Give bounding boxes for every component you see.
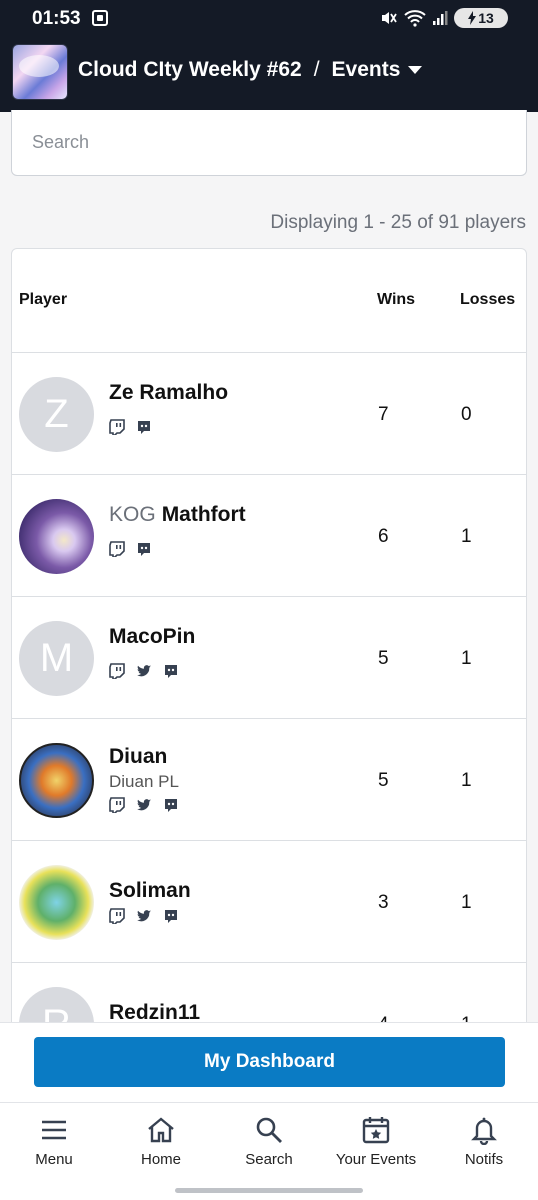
bottom-nav: Menu Home Search Your Events Notifs [0, 1102, 538, 1200]
status-time: 01:53 [32, 8, 81, 29]
player-name[interactable]: MacoPin [109, 625, 195, 649]
nav-your-events-label: Your Events [335, 1151, 417, 1168]
standings-table: Player Wins Losses Z Ze Ramalho 7 0 KOG M… [11, 248, 527, 1048]
discord-icon[interactable] [163, 663, 179, 679]
nav-home-label: Home [140, 1151, 181, 1168]
discord-icon[interactable] [163, 797, 179, 813]
social-links [109, 419, 152, 435]
twitter-icon[interactable] [136, 797, 152, 813]
breadcrumb[interactable]: Cloud CIty Weekly #62 / Events [78, 58, 423, 82]
battery-level: 13 [478, 10, 494, 26]
player-subtitle: Diuan PL [109, 772, 179, 791]
wins-value: 7 [378, 404, 389, 425]
discord-icon[interactable] [136, 541, 152, 557]
player-name[interactable]: Diuan [109, 745, 167, 769]
discord-icon[interactable] [163, 908, 179, 924]
avatar: M [19, 621, 94, 696]
losses-value: 1 [461, 770, 472, 791]
twitter-icon[interactable] [136, 908, 152, 924]
home-icon [148, 1117, 174, 1143]
wins-value: 3 [378, 892, 389, 913]
losses-value: 0 [461, 404, 472, 425]
event-title[interactable]: Cloud CIty Weekly #62 [78, 58, 302, 82]
losses-value: 1 [461, 526, 472, 547]
bell-icon [471, 1117, 497, 1145]
signal-icon [433, 11, 448, 25]
twitch-icon[interactable] [109, 541, 125, 557]
player-name[interactable]: Ze Ramalho [109, 381, 228, 405]
nav-search[interactable]: Search [215, 1115, 323, 1169]
nav-search-label: Search [245, 1151, 293, 1168]
screen-record-icon [92, 10, 108, 26]
nav-home[interactable]: Home [107, 1115, 215, 1169]
discord-icon[interactable] [136, 419, 152, 435]
nav-menu[interactable]: Menu [0, 1115, 108, 1169]
social-links [109, 908, 179, 924]
nav-your-events[interactable]: Your Events [322, 1115, 430, 1169]
header-losses[interactable]: Losses [460, 291, 515, 309]
losses-value: 1 [461, 648, 472, 669]
player-name-text: Mathfort [161, 503, 246, 526]
social-links [109, 541, 152, 557]
nav-menu-label: Menu [35, 1151, 73, 1168]
twitch-icon[interactable] [109, 797, 125, 813]
player-tag: KOG [109, 503, 156, 526]
table-row[interactable]: KOG Mathfort 6 1 [12, 475, 526, 597]
table-row[interactable]: M MacoPin 5 1 [12, 597, 526, 719]
status-bar: 01:53 13 [0, 0, 538, 36]
event-thumbnail[interactable] [12, 44, 68, 100]
status-icons: 13 [380, 8, 508, 28]
search-box[interactable] [11, 110, 527, 176]
avatar: Z [19, 377, 94, 452]
breadcrumb-separator: / [313, 58, 320, 81]
twitter-icon[interactable] [136, 663, 152, 679]
header-player[interactable]: Player [19, 291, 67, 309]
avatar [19, 865, 94, 940]
twitch-icon[interactable] [109, 908, 125, 924]
app-header: Cloud CIty Weekly #62 / Events [0, 36, 538, 112]
chevron-down-icon[interactable] [408, 66, 423, 74]
social-links [109, 663, 179, 679]
battery-indicator: 13 [454, 8, 508, 28]
twitch-icon[interactable] [109, 419, 125, 435]
display-count: Displaying 1 - 25 of 91 players [270, 212, 526, 233]
mute-icon [382, 12, 397, 24]
my-dashboard-button[interactable]: My Dashboard [34, 1037, 505, 1087]
nav-notifs-label: Notifs [464, 1151, 504, 1168]
section-label[interactable]: Events [332, 58, 401, 82]
wins-value: 6 [378, 526, 389, 547]
wifi-icon [404, 10, 426, 27]
dashboard-bar: My Dashboard [0, 1022, 538, 1102]
charging-icon [468, 11, 477, 25]
table-row[interactable]: Diuan Diuan PL 5 1 [12, 719, 526, 841]
header-wins[interactable]: Wins [377, 291, 415, 309]
table-row[interactable]: Soliman 3 1 [12, 841, 526, 963]
table-header: Player Wins Losses [12, 249, 526, 353]
avatar [19, 743, 94, 818]
nav-notifs[interactable]: Notifs [430, 1115, 538, 1169]
calendar-star-icon [362, 1117, 390, 1144]
wins-value: 5 [378, 648, 389, 669]
search-input[interactable] [12, 110, 526, 175]
twitch-icon[interactable] [109, 663, 125, 679]
gesture-bar[interactable] [175, 1188, 363, 1193]
losses-value: 1 [461, 892, 472, 913]
wins-value: 5 [378, 770, 389, 791]
player-name[interactable]: Soliman [109, 879, 191, 903]
avatar [19, 499, 94, 574]
table-row[interactable]: Z Ze Ramalho 7 0 [12, 353, 526, 475]
search-icon [256, 1117, 282, 1143]
player-name[interactable]: KOG Mathfort [109, 503, 246, 527]
social-links [109, 797, 179, 813]
menu-icon [42, 1120, 66, 1140]
